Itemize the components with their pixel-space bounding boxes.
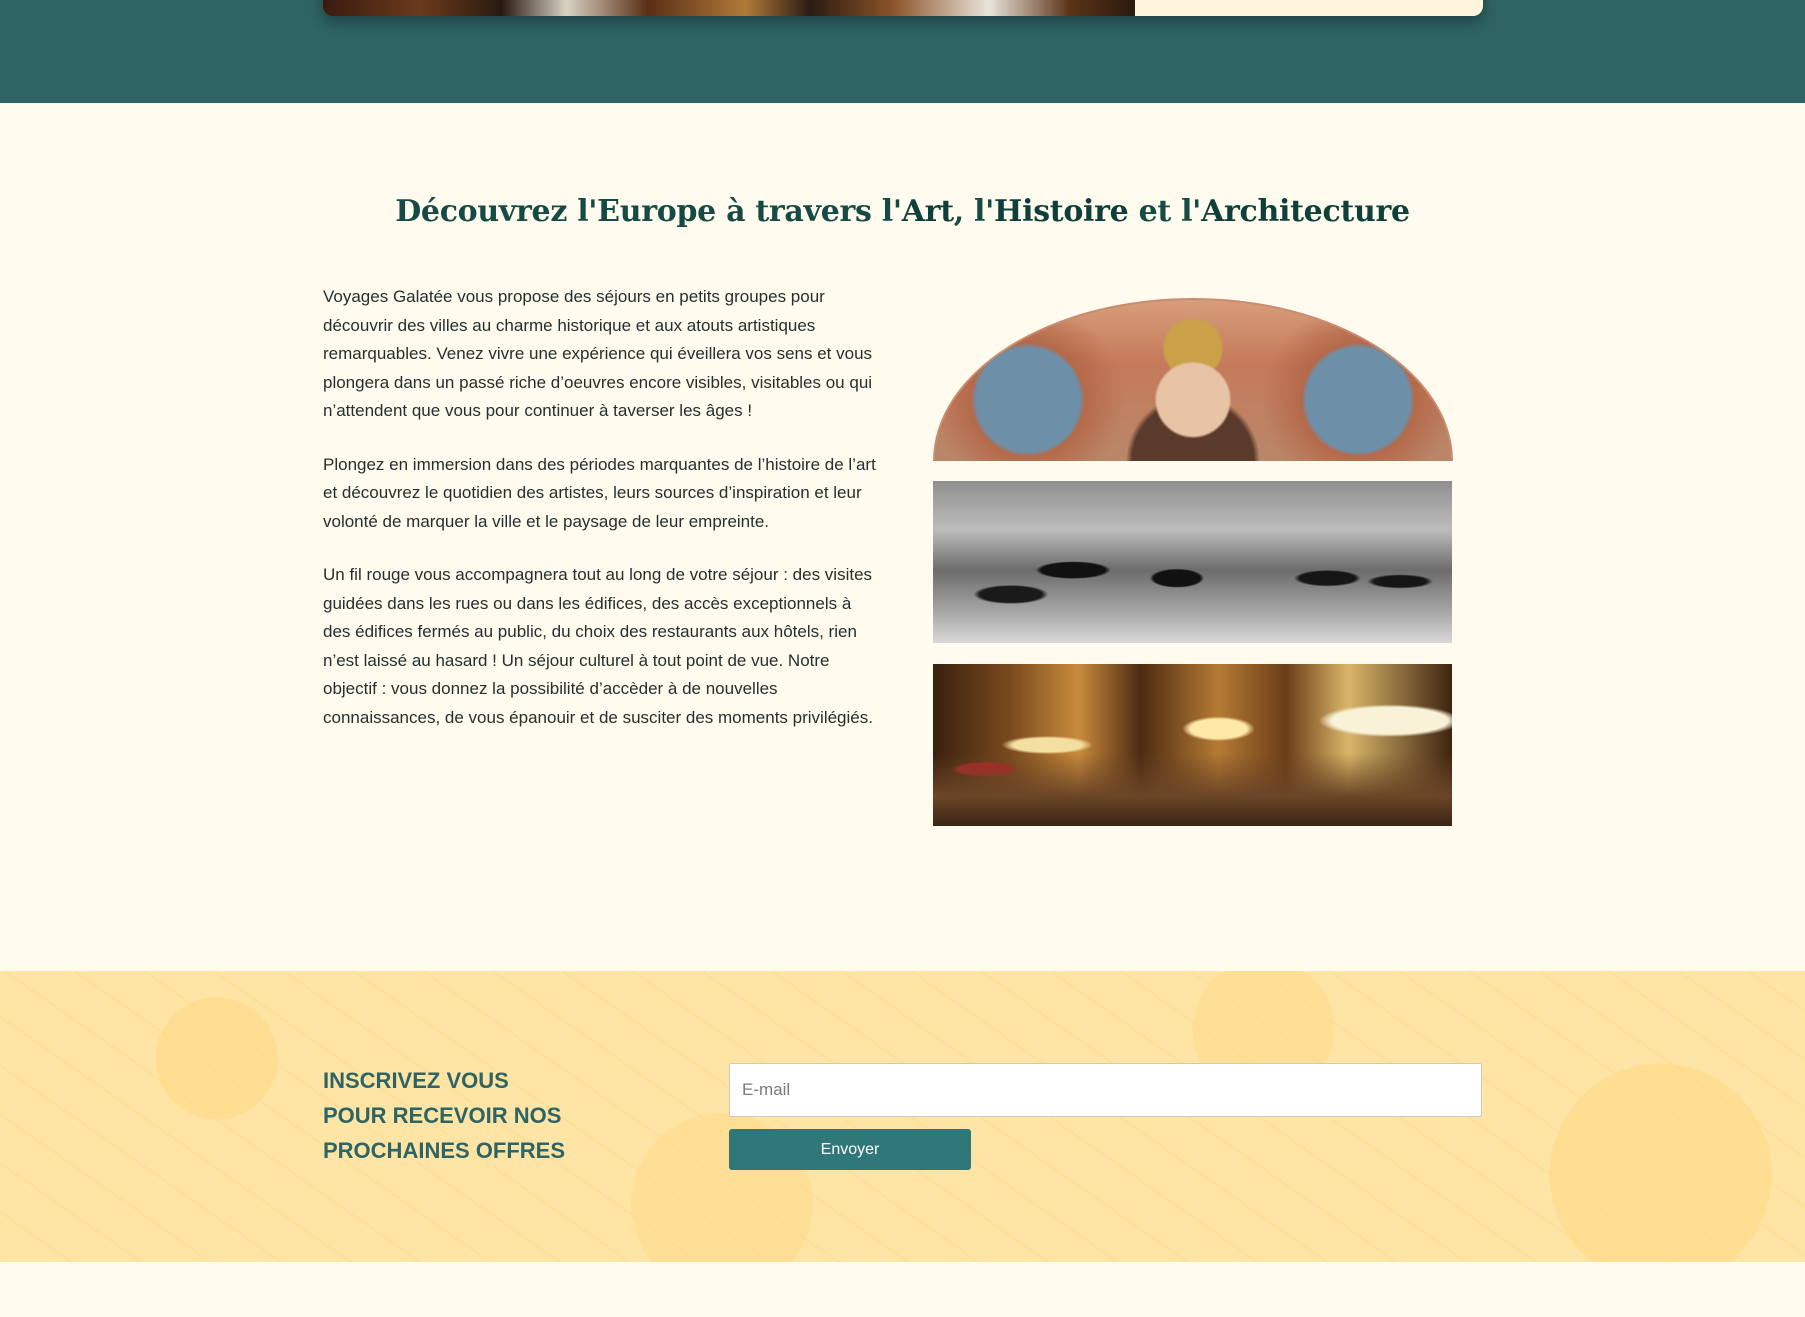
intro-title-highlight-histoire: Histoire	[994, 194, 1129, 229]
email-input[interactable]	[729, 1063, 1482, 1117]
hero-card	[323, 0, 1483, 16]
intro-paragraph-1: Voyages Galatée vous propose des séjours…	[323, 287, 873, 420]
intro-title-part: , l'	[953, 194, 995, 229]
intro-title-highlight-architecture: Architecture	[1201, 194, 1410, 229]
intro-title: Découvrez l'Europe à travers l'Art, l'Hi…	[0, 194, 1805, 229]
cafe-interior-image	[933, 664, 1452, 826]
hero-panel	[1135, 0, 1483, 16]
intro-title-highlight-art: Art	[901, 194, 954, 229]
newsletter-title-line: INSCRIVEZ VOUS	[323, 1068, 509, 1093]
newsletter-title: INSCRIVEZ VOUS POUR RECEVOIR NOS PROCHAI…	[323, 1063, 623, 1168]
intro-text: Voyages Galatée vous propose des séjours…	[323, 283, 883, 757]
newsletter-title-line: POUR RECEVOIR NOS	[323, 1103, 562, 1128]
intro-paragraph-3: Un fil rouge vous accompagnera tout au l…	[323, 565, 873, 727]
intro-title-part: et l'	[1128, 194, 1202, 229]
intro-paragraph-2: Plongez en immersion dans des périodes m…	[323, 454, 876, 531]
art-nouveau-image	[933, 298, 1453, 461]
beach-photo-image	[933, 481, 1452, 643]
send-button[interactable]: Envoyer	[729, 1129, 971, 1170]
intro-title-part: Découvrez l'Europe à travers l'	[395, 194, 902, 229]
hero-photo	[323, 0, 1135, 16]
newsletter-title-line: PROCHAINES OFFRES	[323, 1138, 566, 1163]
